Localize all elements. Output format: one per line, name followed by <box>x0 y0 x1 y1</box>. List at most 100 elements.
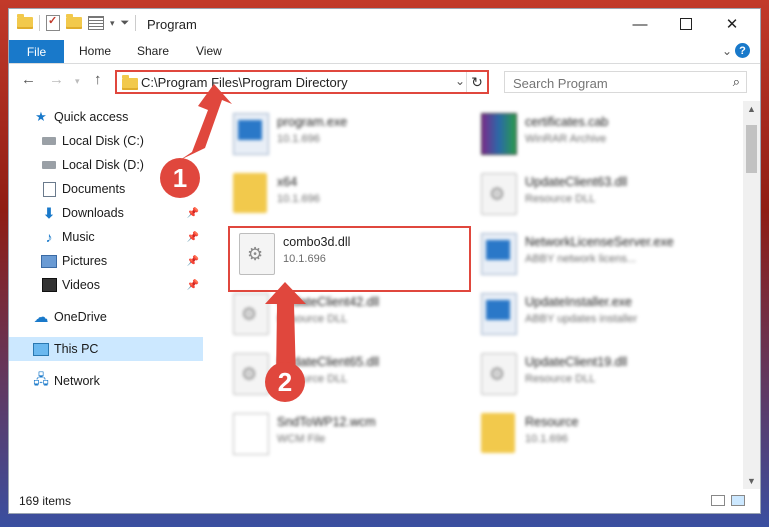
file-detail: 10.1.696 <box>277 133 320 145</box>
file-detail: Resource DLL <box>525 373 596 385</box>
item-count: 169 items <box>19 494 72 508</box>
file-detail: ABBY network licens... <box>525 253 637 265</box>
sidebar-item-label: Local Disk (D:) <box>62 158 144 172</box>
sidebar-item-label: Videos <box>62 278 100 292</box>
sidebar-item-label: Local Disk (C:) <box>62 134 144 148</box>
folder-icon <box>481 413 515 453</box>
file-detail: WinRAR Archive <box>525 133 607 145</box>
sidebar-item-label: Network <box>54 374 100 388</box>
details-view-icon[interactable] <box>711 495 725 506</box>
file-item[interactable]: certificates.cab WinRAR Archive <box>477 109 717 161</box>
close-button[interactable]: ✕ <box>709 9 755 39</box>
sidebar-item-pictures[interactable]: Pictures 📌 <box>9 249 203 273</box>
archive-file-icon <box>481 113 517 155</box>
file-item[interactable]: UpdateClient42.dll Resource DLL <box>229 289 469 341</box>
pin-icon[interactable]: 📌 <box>187 256 199 267</box>
sidebar-item-network[interactable]: 🖧 Network <box>9 369 203 393</box>
dll-file-icon <box>481 173 517 215</box>
file-item[interactable]: program.exe 10.1.696 <box>229 109 469 161</box>
dll-file-icon <box>233 293 269 335</box>
folder-icon <box>233 173 267 213</box>
tab-view[interactable]: View <box>196 44 222 58</box>
drive-icon <box>41 158 57 172</box>
cloud-icon: ☁ <box>33 309 49 326</box>
pin-icon[interactable]: 📌 <box>187 280 199 291</box>
sidebar-item-label: Quick access <box>54 110 129 124</box>
tab-file[interactable]: File <box>9 40 64 63</box>
tab-share[interactable]: Share <box>137 44 169 58</box>
sidebar-item-videos[interactable]: Videos 📌 <box>9 273 203 297</box>
search-icon[interactable]: ⌕ <box>733 74 740 90</box>
sidebar-item-music[interactable]: ♪ Music 📌 <box>9 225 203 249</box>
customize-toolbar-icon[interactable]: ▾ <box>110 18 115 29</box>
file-name: certificates.cab <box>525 115 609 129</box>
dll-file-icon <box>481 353 517 395</box>
ribbon-tabs: File Home Share View ⌄ ? <box>9 40 760 64</box>
back-arrow-icon[interactable]: ← <box>21 71 36 88</box>
sidebar-item-local-disk-c[interactable]: Local Disk (C:) <box>9 129 203 153</box>
file-item[interactable]: UpdateClient63.dll Resource DLL <box>477 169 717 221</box>
file-item[interactable]: SndToWP12.wcm WCM File <box>229 409 469 461</box>
file-highlight-box <box>228 226 471 292</box>
dll-file-icon <box>233 353 269 395</box>
search-input[interactable] <box>511 73 715 93</box>
title-bar: ▾ ⏷ Program — ✕ <box>9 9 760 39</box>
sidebar-item-quick-access[interactable]: ★ Quick access <box>9 105 203 129</box>
expand-ribbon-icon[interactable]: ⌄ <box>722 44 732 58</box>
quick-access-toolbar: ▾ ⏷ <box>17 14 137 31</box>
scrollbar-thumb[interactable] <box>746 125 757 173</box>
pin-icon[interactable]: 📌 <box>187 208 199 219</box>
file-detail: 10.1.696 <box>277 193 320 205</box>
vertical-scrollbar[interactable]: ▲ ▼ <box>743 101 760 489</box>
folder-icon <box>17 14 33 29</box>
minimize-button[interactable]: — <box>617 9 663 39</box>
file-item[interactable]: Resource 10.1.696 <box>477 409 717 461</box>
new-folder-icon[interactable] <box>66 14 82 29</box>
properties-icon[interactable] <box>88 16 104 30</box>
address-path[interactable]: C:\Program Files\Program Directory <box>141 75 348 90</box>
file-detail: WCM File <box>277 433 326 445</box>
status-bar: 169 items <box>9 489 760 513</box>
file-detail: 10.1.696 <box>525 433 568 445</box>
refresh-icon[interactable]: ↻ <box>466 72 487 92</box>
scroll-down-icon[interactable]: ▼ <box>743 473 760 489</box>
exe-file-icon <box>481 293 517 335</box>
recent-locations-icon[interactable]: ▾ <box>75 76 80 87</box>
step-callout-2: 2 <box>265 362 305 402</box>
pin-icon[interactable]: 📌 <box>187 232 199 243</box>
file-name: Resource <box>525 415 579 429</box>
file-name: program.exe <box>277 115 348 129</box>
file-item[interactable]: UpdateInstaller.exe ABBY updates install… <box>477 289 717 341</box>
tab-home[interactable]: Home <box>79 44 111 58</box>
forward-arrow-icon[interactable]: → <box>49 71 64 88</box>
file-name: UpdateClient19.dll <box>525 355 628 369</box>
sidebar-item-label: Pictures <box>62 254 108 268</box>
address-bar[interactable]: C:\Program Files\Program Directory ⌄ ↻ <box>115 70 489 94</box>
sidebar-item-downloads[interactable]: ⬇ Downloads 📌 <box>9 201 203 225</box>
sidebar-item-label: Music <box>62 230 95 244</box>
help-icon[interactable]: ? <box>735 43 750 58</box>
address-dropdown-icon[interactable]: ⌄ <box>455 74 465 88</box>
large-icons-view-icon[interactable] <box>731 495 745 506</box>
up-arrow-icon[interactable]: ↑ <box>94 71 102 88</box>
downloads-icon: ⬇ <box>43 204 55 221</box>
folder-icon <box>122 75 138 90</box>
properties-checklist-icon[interactable] <box>46 14 60 31</box>
file-name: SndToWP12.wcm <box>277 415 376 429</box>
maximize-button[interactable] <box>663 9 709 39</box>
file-item[interactable]: x64 10.1.696 <box>229 169 469 221</box>
file-item[interactable]: NetworkLicenseServer.exe ABBY network li… <box>477 229 717 281</box>
maximize-icon <box>680 18 692 30</box>
file-detail: Resource DLL <box>277 313 348 325</box>
scroll-up-icon[interactable]: ▲ <box>743 101 760 117</box>
exe-file-icon <box>233 113 269 155</box>
exe-file-icon <box>481 233 517 275</box>
customize-toolbar-icon[interactable]: ⏷ <box>121 17 130 30</box>
sidebar-item-onedrive[interactable]: ☁ OneDrive <box>9 305 203 329</box>
search-box[interactable]: ⌕ <box>504 71 747 93</box>
music-icon: ♪ <box>45 229 53 245</box>
sidebar-item-this-pc[interactable]: This PC <box>9 337 203 361</box>
step-callout-1: 1 <box>160 158 200 198</box>
file-item[interactable]: UpdateClient19.dll Resource DLL <box>477 349 717 401</box>
documents-icon <box>41 181 57 197</box>
